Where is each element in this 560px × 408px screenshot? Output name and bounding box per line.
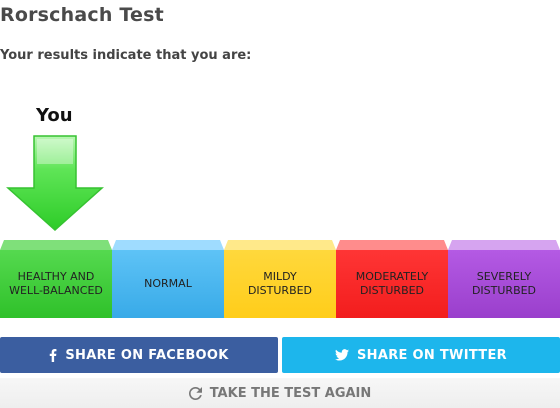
segment-label: MILDY DISTURBED	[247, 270, 313, 297]
facebook-icon	[50, 348, 57, 362]
results-intro-text: Your results indicate that you are:	[0, 48, 252, 63]
scale-segment-healthy: HEALTHY AND WELL-BALANCED	[0, 240, 112, 318]
result-scale: HEALTHY AND WELL-BALANCED NORMAL MILDY DIS…	[0, 240, 560, 318]
share-facebook-label: SHARE ON FACEBOOK	[65, 347, 229, 363]
scale-segment-severely-disturbed: SEVERELY DISTURBED	[448, 240, 560, 318]
share-facebook-button[interactable]: SHARE ON FACEBOOK	[0, 337, 278, 373]
share-twitter-label: SHARE ON TWITTER	[357, 347, 507, 363]
take-test-again-label: TAKE THE TEST AGAIN	[209, 385, 372, 401]
segment-label: MODERATELY DISTURBED	[355, 270, 429, 297]
twitter-icon	[335, 349, 350, 361]
segment-label: HEALTHY AND WELL-BALANCED	[9, 270, 103, 297]
scale-segment-mildly-disturbed: MILDY DISTURBED	[224, 240, 336, 318]
share-twitter-button[interactable]: SHARE ON TWITTER	[282, 337, 560, 373]
scale-segment-moderately-disturbed: MODERATELY DISTURBED	[336, 240, 448, 318]
page-title: Rorschach Test	[0, 4, 164, 26]
segment-label: SEVERELY DISTURBED	[471, 270, 537, 297]
scale-segment-normal: NORMAL	[112, 240, 224, 318]
segment-label: NORMAL	[144, 277, 192, 290]
refresh-icon	[188, 386, 202, 400]
you-indicator-label: You	[36, 105, 73, 126]
down-arrow-icon	[6, 135, 104, 232]
